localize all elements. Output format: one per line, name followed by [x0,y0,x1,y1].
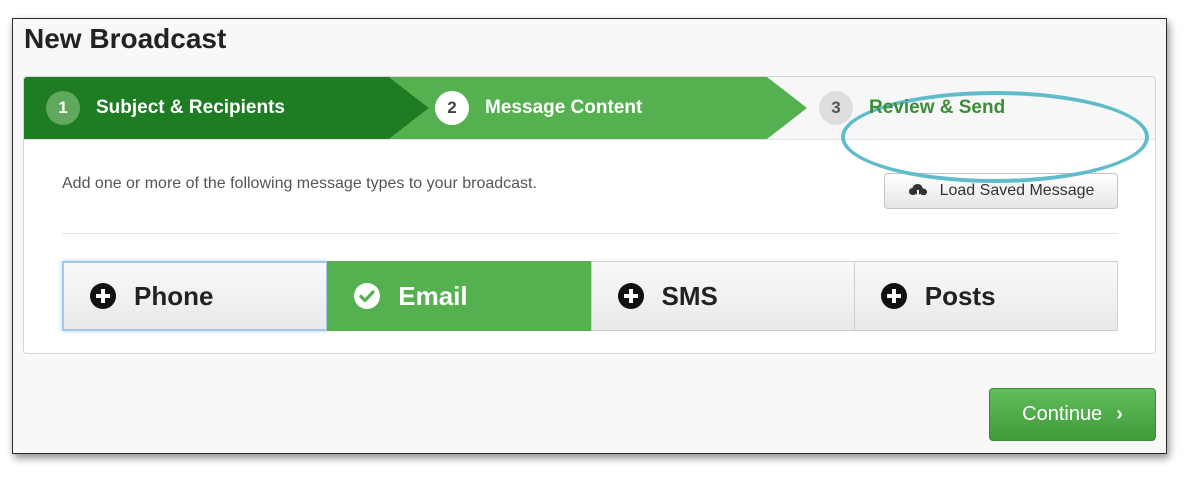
wizard-steps: 1 Subject & Recipients 2 Message Content… [24,77,1155,140]
load-button-label: Load Saved Message [939,182,1095,199]
cloud-download-icon [908,184,927,199]
message-type-posts[interactable]: Posts [853,261,1118,331]
continue-label: Continue [1022,403,1103,425]
instructions-text: Add one or more of the following message… [62,175,537,192]
step-message-content[interactable]: 2 Message Content [389,77,807,139]
broadcast-window: New Broadcast 1 Subject & Recipients 2 M… [12,18,1167,454]
continue-button[interactable]: Continue › [989,388,1156,441]
chevron-right-icon: › [1116,403,1123,425]
check-circle-icon [354,283,381,309]
wizard-panel: 1 Subject & Recipients 2 Message Content… [23,76,1156,354]
step-label: Review & Send [869,97,1006,118]
message-type-tabs: Phone Email SMS Posts [62,261,1118,331]
plus-circle-icon [880,283,907,309]
page-title: New Broadcast [24,23,227,54]
message-type-label: Phone [134,280,214,311]
step-number: 3 [819,91,853,125]
step-label: Subject & Recipients [96,97,285,118]
plus-circle-icon [617,283,644,309]
step-label: Message Content [485,97,643,118]
load-saved-message-button[interactable]: Load Saved Message [884,173,1118,209]
step-number: 2 [435,91,469,125]
divider [62,233,1118,234]
step-review-send[interactable]: 3 Review & Send [807,77,1155,139]
message-type-label: SMS [661,280,718,311]
plus-circle-icon [90,283,116,309]
message-type-label: Email [398,280,468,311]
message-type-label: Posts [924,280,996,311]
message-type-phone[interactable]: Phone [62,261,329,331]
message-type-sms[interactable]: SMS [590,261,855,331]
message-type-email[interactable]: Email [327,261,592,331]
step-subject-recipients[interactable]: 1 Subject & Recipients [24,77,429,139]
step-number: 1 [46,91,80,125]
